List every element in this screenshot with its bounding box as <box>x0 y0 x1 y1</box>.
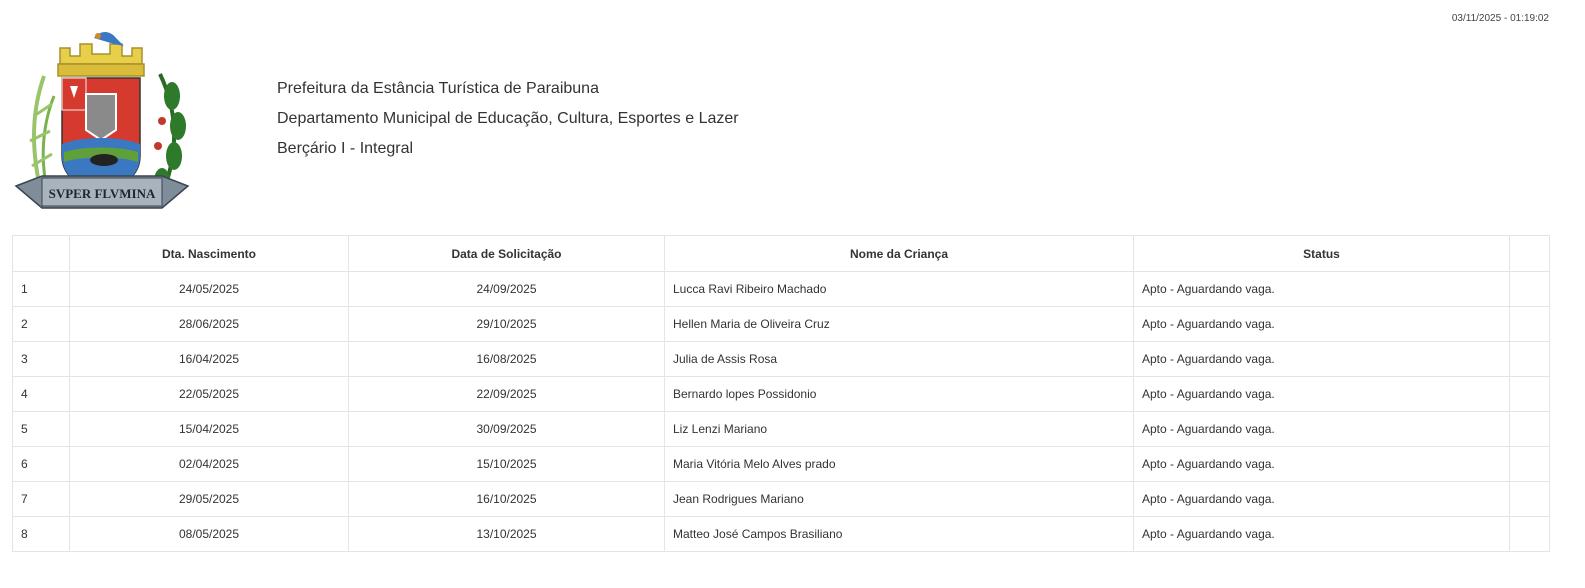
table-header-row: Dta. Nascimento Data de Solicitação Nome… <box>12 235 1550 272</box>
crest-motto: SVPER FLVMINA <box>49 186 156 201</box>
timestamp: 03/11/2025 - 01:19:02 <box>1451 13 1549 24</box>
table-row[interactable]: 2 28/06/2025 29/10/2025 Hellen Maria de … <box>12 306 1550 342</box>
cell-birth-date: 24/05/2025 <box>69 271 349 307</box>
cell-birth-date: 29/05/2025 <box>69 481 349 517</box>
column-header-index <box>12 235 70 272</box>
table-row[interactable]: 4 22/05/2025 22/09/2025 Bernardo lopes P… <box>12 376 1550 412</box>
table-row[interactable]: 3 16/04/2025 16/08/2025 Julia de Assis R… <box>12 341 1550 377</box>
page-header: Prefeitura da Estância Turística de Para… <box>277 74 739 164</box>
cell-extra <box>1509 306 1550 342</box>
cell-status: Apto - Aguardando vaga. <box>1133 516 1510 552</box>
column-header-child-name[interactable]: Nome da Criança <box>664 235 1134 272</box>
cell-birth-date: 15/04/2025 <box>69 411 349 447</box>
column-header-request-date[interactable]: Data de Solicitação <box>348 235 665 272</box>
cell-birth-date: 02/04/2025 <box>69 446 349 482</box>
cell-child-name: Lucca Ravi Ribeiro Machado <box>664 271 1134 307</box>
cell-request-date: 30/09/2025 <box>348 411 665 447</box>
cell-child-name: Jean Rodrigues Mariano <box>664 481 1134 517</box>
cell-child-name: Hellen Maria de Oliveira Cruz <box>664 306 1134 342</box>
cell-index: 5 <box>12 411 70 447</box>
cell-index: 1 <box>12 271 70 307</box>
cell-status: Apto - Aguardando vaga. <box>1133 411 1510 447</box>
cell-index: 6 <box>12 446 70 482</box>
table-row[interactable]: 8 08/05/2025 13/10/2025 Matteo José Camp… <box>12 516 1550 552</box>
cell-extra <box>1509 446 1550 482</box>
cell-extra <box>1509 481 1550 517</box>
cell-status: Apto - Aguardando vaga. <box>1133 481 1510 517</box>
cell-request-date: 22/09/2025 <box>348 376 665 412</box>
cell-request-date: 24/09/2025 <box>348 271 665 307</box>
cell-index: 8 <box>12 516 70 552</box>
cell-extra <box>1509 341 1550 377</box>
table-row[interactable]: 1 24/05/2025 24/09/2025 Lucca Ravi Ribei… <box>12 271 1550 307</box>
cell-birth-date: 28/06/2025 <box>69 306 349 342</box>
table-row[interactable]: 7 29/05/2025 16/10/2025 Jean Rodrigues M… <box>12 481 1550 517</box>
cell-status: Apto - Aguardando vaga. <box>1133 446 1510 482</box>
table-row[interactable]: 5 15/04/2025 30/09/2025 Liz Lenzi Marian… <box>12 411 1550 447</box>
coat-of-arms-icon: SVPER FLVMINA <box>12 26 190 224</box>
cell-request-date: 16/10/2025 <box>348 481 665 517</box>
cell-status: Apto - Aguardando vaga. <box>1133 271 1510 307</box>
cell-birth-date: 16/04/2025 <box>69 341 349 377</box>
cell-child-name: Maria Vitória Melo Alves prado <box>664 446 1134 482</box>
cell-extra <box>1509 376 1550 412</box>
cell-child-name: Bernardo lopes Possidonio <box>664 376 1134 412</box>
table-row[interactable]: 6 02/04/2025 15/10/2025 Maria Vitória Me… <box>12 446 1550 482</box>
cell-request-date: 15/10/2025 <box>348 446 665 482</box>
cell-birth-date: 22/05/2025 <box>69 376 349 412</box>
cell-extra <box>1509 411 1550 447</box>
cell-extra <box>1509 516 1550 552</box>
cell-status: Apto - Aguardando vaga. <box>1133 376 1510 412</box>
municipality-title: Prefeitura da Estância Turística de Para… <box>277 80 599 97</box>
waitlist-table: Dta. Nascimento Data de Solicitação Nome… <box>12 235 1550 552</box>
cell-status: Apto - Aguardando vaga. <box>1133 306 1510 342</box>
cell-index: 4 <box>12 376 70 412</box>
cell-index: 7 <box>12 481 70 517</box>
cell-child-name: Julia de Assis Rosa <box>664 341 1134 377</box>
cell-request-date: 29/10/2025 <box>348 306 665 342</box>
column-header-extra <box>1509 235 1550 272</box>
cell-index: 3 <box>12 341 70 377</box>
cell-request-date: 16/08/2025 <box>348 341 665 377</box>
cell-index: 2 <box>12 306 70 342</box>
column-header-birth-date[interactable]: Dta. Nascimento <box>69 235 349 272</box>
cell-extra <box>1509 271 1550 307</box>
cell-status: Apto - Aguardando vaga. <box>1133 341 1510 377</box>
cell-child-name: Matteo José Campos Brasiliano <box>664 516 1134 552</box>
waitlist-table-container: Dta. Nascimento Data de Solicitação Nome… <box>12 235 1550 552</box>
department-title: Departamento Municipal de Educação, Cult… <box>277 110 739 127</box>
column-header-status[interactable]: Status <box>1133 235 1510 272</box>
cell-birth-date: 08/05/2025 <box>69 516 349 552</box>
cell-request-date: 13/10/2025 <box>348 516 665 552</box>
class-title: Berçário I - Integral <box>277 140 414 157</box>
cell-child-name: Liz Lenzi Mariano <box>664 411 1134 447</box>
